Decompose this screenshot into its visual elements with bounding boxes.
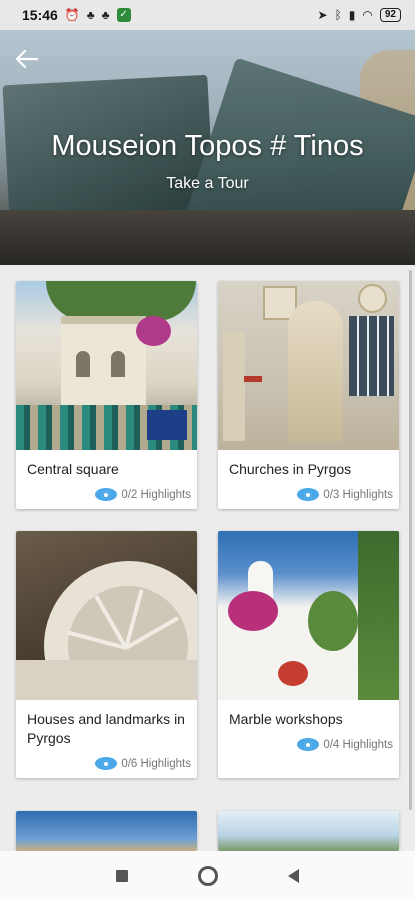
app-notification-icon-2: ♣	[101, 8, 110, 22]
photo-pillar	[223, 331, 245, 441]
photo-building	[61, 316, 146, 414]
signal-icon: ▮	[348, 8, 356, 22]
tour-card-churches-in-pyrgos[interactable]: Churches in Pyrgos 0/3 Highlights	[218, 281, 399, 509]
recent-apps-icon[interactable]	[116, 869, 128, 882]
card-body: Churches in Pyrgos 0/3 Highlights	[218, 450, 399, 509]
tour-card-partial[interactable]	[218, 811, 399, 851]
card-highlights: 0/4 Highlights	[229, 738, 393, 751]
app-screen: 15:46 ⏰ ♣ ♣ ✓ ➤ ᛒ ▮ ◠ 92 Mouseion Topos …	[0, 0, 415, 900]
page-title: Mouseion Topos # Tinos	[51, 130, 364, 162]
card-title: Marble workshops	[229, 711, 343, 727]
eye-icon	[95, 757, 118, 770]
photo-band	[16, 660, 197, 700]
eye-icon	[95, 488, 118, 501]
card-body: Central square 0/2 Highlights	[16, 450, 197, 509]
tour-grid-next-row	[16, 811, 399, 851]
photo-sign	[358, 284, 387, 313]
card-highlights: 0/3 Highlights	[229, 488, 393, 501]
photo-monument	[288, 301, 343, 441]
card-photo	[218, 531, 399, 700]
card-title: Houses and landmarks in Pyrgos	[27, 711, 185, 746]
photo-tree	[308, 591, 358, 651]
card-title: Churches in Pyrgos	[229, 461, 352, 477]
tour-card-marble-workshops[interactable]: Marble workshops 0/4 Highlights	[218, 531, 399, 778]
card-photo	[16, 531, 197, 700]
photo-flowers	[136, 316, 171, 346]
hero-header: Mouseion Topos # Tinos Take a Tour	[0, 30, 415, 265]
home-icon[interactable]	[198, 865, 218, 886]
highlights-count: 0/2 Highlights	[121, 488, 191, 501]
photo-arch	[111, 351, 125, 377]
alarm-icon: ⏰	[64, 8, 80, 22]
card-photo	[16, 281, 197, 450]
highlights-count: 0/6 Highlights	[121, 757, 191, 770]
card-photo	[218, 811, 399, 851]
system-nav-bar	[0, 851, 415, 900]
status-bar-left: 15:46 ⏰ ♣ ♣ ✓	[22, 7, 131, 23]
notification-badge-icon: ✓	[116, 8, 131, 22]
status-bar: 15:46 ⏰ ♣ ♣ ✓ ➤ ᛒ ▮ ◠ 92	[0, 0, 415, 30]
location-icon: ➤	[317, 8, 328, 22]
app-notification-icon: ♣	[86, 8, 95, 22]
highlights-count: 0/4 Highlights	[323, 738, 393, 751]
photo-pot	[278, 661, 308, 686]
card-body: Marble workshops 0/4 Highlights	[218, 700, 399, 759]
scrollbar[interactable]	[409, 270, 412, 810]
eye-icon	[297, 488, 320, 501]
photo-window	[349, 316, 394, 396]
card-photo	[218, 281, 399, 450]
status-bar-right: ➤ ᛒ ▮ ◠ 92	[318, 8, 401, 22]
photo-arch	[76, 351, 90, 377]
battery-icon: 92	[379, 8, 401, 22]
status-time: 15:46	[22, 7, 58, 23]
highlights-count: 0/3 Highlights	[323, 488, 393, 501]
arrow-left-icon[interactable]	[15, 48, 46, 74]
card-photo	[16, 811, 197, 851]
card-highlights: 0/6 Highlights	[27, 757, 191, 770]
photo-greenery	[358, 531, 399, 700]
page-subtitle: Take a Tour	[166, 175, 249, 192]
tour-card-partial[interactable]	[16, 811, 197, 851]
photo-bougainvillea	[228, 591, 278, 631]
photo-tree	[46, 281, 196, 321]
tour-grid: Central square 0/2 Highlights Churches i…	[16, 281, 399, 778]
bluetooth-icon: ᛒ	[334, 8, 342, 22]
photo-red-detail	[244, 376, 262, 382]
back-arrow-svg	[15, 49, 39, 69]
back-triangle-icon[interactable]	[288, 868, 299, 883]
tour-card-houses-and-landmarks[interactable]: Houses and landmarks in Pyrgos 0/6 Highl…	[16, 531, 197, 778]
card-title: Central square	[27, 461, 119, 477]
photo-blue-chair	[147, 410, 187, 440]
tour-card-central-square[interactable]: Central square 0/2 Highlights	[16, 281, 197, 509]
wifi-icon: ◠	[362, 8, 373, 22]
card-body: Houses and landmarks in Pyrgos 0/6 Highl…	[16, 700, 197, 778]
eye-icon	[297, 738, 320, 751]
card-highlights: 0/2 Highlights	[27, 488, 191, 501]
